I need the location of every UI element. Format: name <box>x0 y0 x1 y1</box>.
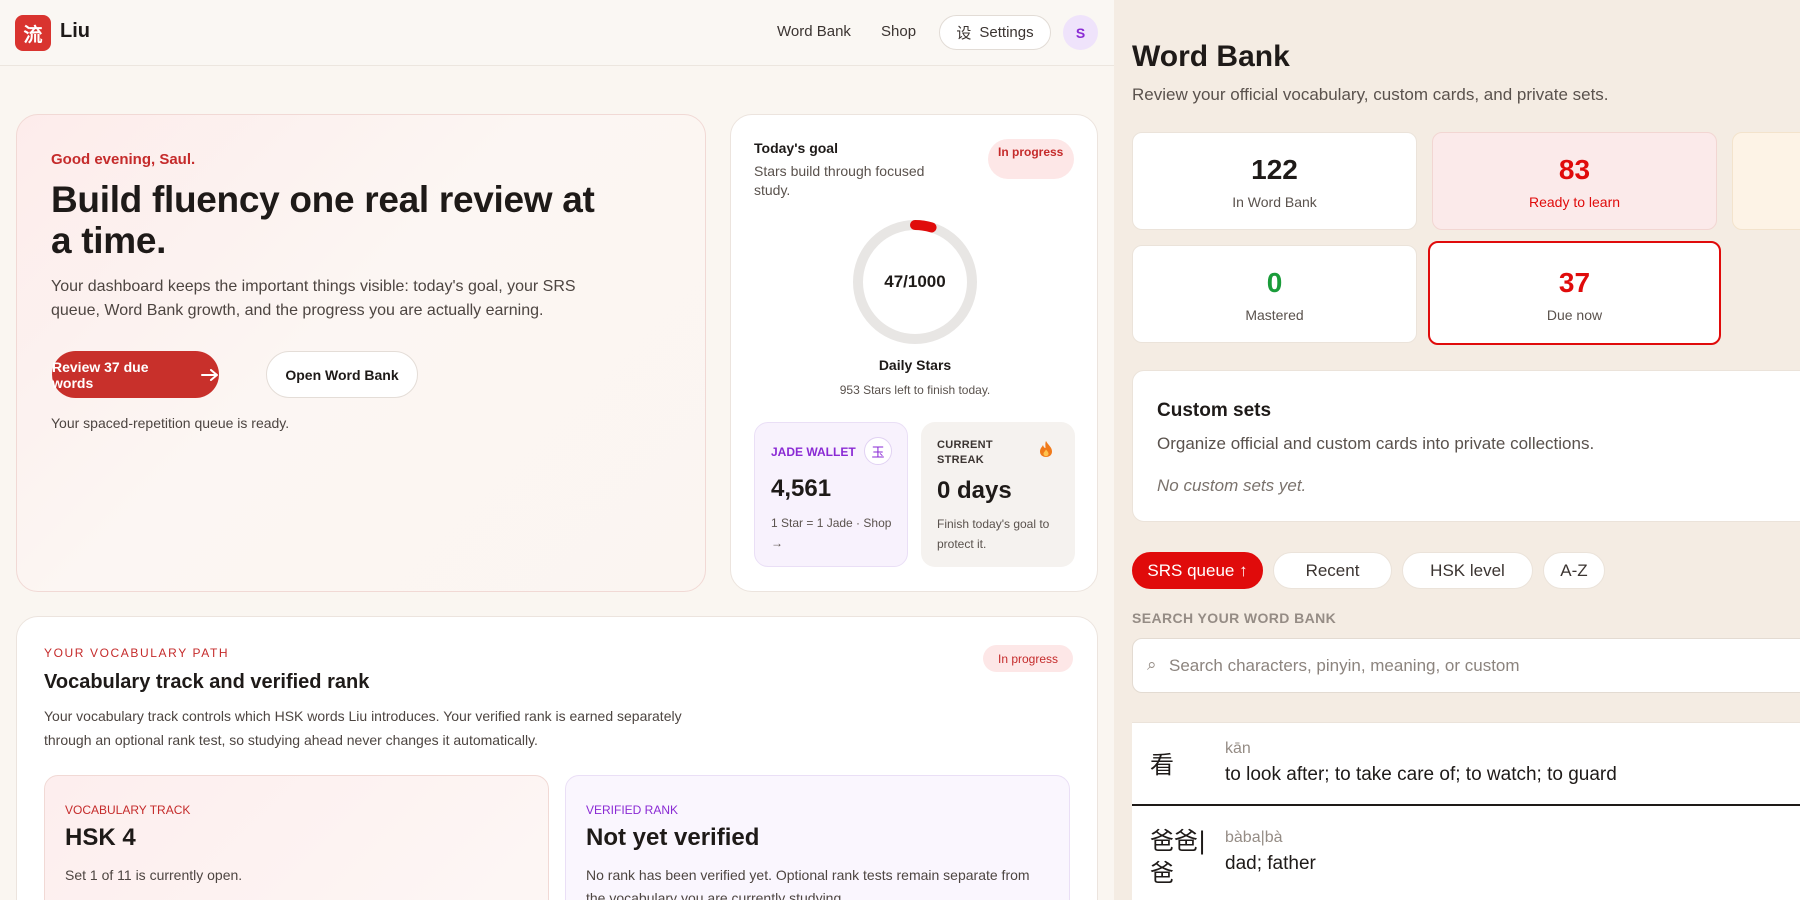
word-hanzi: 爸爸|爸 <box>1150 827 1207 887</box>
vocab-path-title: Vocabulary track and verified rank <box>44 671 370 693</box>
search-label: SEARCH YOUR WORD BANK <box>1132 610 1337 626</box>
daily-stars-label: Daily Stars <box>878 357 952 373</box>
streak-card: CURRENT STREAK 0 days Finish today's goa… <box>921 422 1075 567</box>
sort-hsk-level[interactable]: HSK level <box>1402 552 1533 589</box>
stat-ready-to-learn[interactable]: 83 Ready to learn <box>1432 132 1717 230</box>
hero-description: Your dashboard keeps the important thing… <box>51 278 576 319</box>
vocabulary-path-card: YOUR VOCABULARY PATH Vocabulary track an… <box>16 616 1098 900</box>
hero-title: Build fluency one real review at a time. <box>51 179 595 261</box>
word-hanzi: 看 <box>1150 751 1174 779</box>
nav-word-bank[interactable]: Word Bank <box>777 23 851 40</box>
custom-sets-description: Organize official and custom cards into … <box>1157 434 1595 453</box>
top-navigation: 流 Liu Word Bank Shop 设 Settings S <box>0 0 1114 66</box>
arrow-right-icon <box>201 368 219 381</box>
stat-label: In Word Bank <box>1232 194 1317 210</box>
hero-card: Good evening, Saul. Build fluency one re… <box>16 114 706 592</box>
stat-label: Ready to learn <box>1528 194 1621 210</box>
rank-note: No rank has been verified yet. Optional … <box>586 867 1030 900</box>
track-note: Set 1 of 11 is currently open. <box>65 867 243 883</box>
stat-value: 83 <box>1558 154 1591 185</box>
track-level: HSK 4 <box>65 824 136 851</box>
logo-icon[interactable]: 流 <box>15 15 51 51</box>
custom-sets-title: Custom sets <box>1157 400 1272 421</box>
word-list: 看 kān to look after; to take care of; to… <box>1132 722 1800 900</box>
streak-value: 0 days <box>937 477 1012 504</box>
settings-label: Settings <box>979 24 1034 41</box>
word-bank-title: Word Bank <box>1132 40 1290 73</box>
verified-rank-card[interactable]: VERIFIED RANK Not yet verified No rank h… <box>565 775 1070 900</box>
vocab-path-description: Your vocabulary track controls which HSK… <box>44 708 682 748</box>
stat-in-word-bank[interactable]: 122 In Word Bank <box>1132 132 1417 230</box>
stat-value: 122 <box>1251 154 1298 185</box>
stat-label: Due now <box>1546 307 1603 323</box>
vocab-path-eyebrow: YOUR VOCABULARY PATH <box>44 646 230 660</box>
vocabulary-track-card[interactable]: VOCABULARY TRACK HSK 4 Set 1 of 11 is cu… <box>44 775 549 900</box>
stars-remaining: 953 Stars left to finish today. <box>839 383 991 397</box>
goal-title: Today's goal <box>754 140 838 156</box>
list-item[interactable]: 爸爸|爸 bàba|bà dad; father <box>1132 807 1800 900</box>
flame-icon <box>1039 440 1053 462</box>
jade-wallet-label: JADE WALLET <box>771 445 856 459</box>
stat-card-offscreen[interactable] <box>1732 132 1800 230</box>
word-meaning: to look after; to take care of; to watch… <box>1225 764 1617 785</box>
track-eyebrow: VOCABULARY TRACK <box>65 803 191 817</box>
rank-value: Not yet verified <box>586 824 760 851</box>
stat-mastered[interactable]: 0 Mastered <box>1132 245 1417 343</box>
review-due-button[interactable]: Review 37 due words <box>52 351 219 398</box>
vocab-status-badge: In progress <box>983 645 1073 672</box>
streak-note: Finish today's goal to protect it. <box>937 517 1050 551</box>
settings-button[interactable]: 设 Settings <box>939 15 1051 50</box>
sort-recent[interactable]: Recent <box>1273 552 1392 589</box>
avatar[interactable]: S <box>1063 15 1098 50</box>
custom-sets-card: Custom sets Organize official and custom… <box>1132 370 1800 522</box>
dashboard-pane: 流 Liu Word Bank Shop 设 Settings S Good e… <box>0 0 1114 900</box>
stat-label: Mastered <box>1245 307 1304 323</box>
review-due-label: Review 37 due words <box>52 358 149 391</box>
search-icon: ⌕ <box>1147 655 1157 675</box>
daily-goal-card: Today's goal Stars build through focused… <box>730 114 1098 592</box>
search-box[interactable]: ⌕ <box>1132 638 1800 693</box>
stat-due-now[interactable]: 37 Due now <box>1428 241 1721 345</box>
jade-icon: 玉 <box>864 437 892 465</box>
jade-wallet-card[interactable]: JADE WALLET 玉 4,561 1 Star = 1 Jade · Sh… <box>754 422 908 567</box>
open-word-bank-button[interactable]: Open Word Bank <box>266 351 418 398</box>
word-pinyin: bàba|bà <box>1225 829 1283 846</box>
jade-shop-link[interactable]: 1 Star = 1 Jade · Shop → <box>771 513 896 553</box>
word-bank-pane: Word Bank Review your official vocabular… <box>1114 0 1800 900</box>
greeting-text: Good evening, Saul. <box>51 151 196 168</box>
word-bank-subtitle: Review your official vocabulary, custom … <box>1132 85 1609 104</box>
jade-balance: 4,561 <box>771 475 832 502</box>
list-item[interactable]: 看 kān to look after; to take care of; to… <box>1132 723 1800 806</box>
sort-a-z[interactable]: A-Z <box>1543 552 1605 589</box>
goal-subtitle: Stars build through focused study. <box>754 163 925 198</box>
brand-name[interactable]: Liu <box>60 20 90 43</box>
streak-label: CURRENT STREAK <box>937 439 993 466</box>
stat-value: 0 <box>1266 267 1283 298</box>
goal-status-badge: In progress <box>988 139 1074 179</box>
daily-stars-count: 47/1000 <box>884 272 946 291</box>
word-pinyin: kān <box>1225 740 1251 757</box>
queue-status: Your spaced-repetition queue is ready. <box>51 415 290 431</box>
stat-value: 37 <box>1558 267 1591 298</box>
settings-icon: 设 <box>956 24 972 42</box>
nav-shop[interactable]: Shop <box>881 23 916 40</box>
sort-srs-queue[interactable]: SRS queue ↑ <box>1132 552 1263 589</box>
word-meaning: dad; father <box>1225 853 1316 874</box>
custom-sets-empty: No custom sets yet. <box>1157 476 1307 495</box>
rank-eyebrow: VERIFIED RANK <box>586 803 679 817</box>
search-input[interactable] <box>1169 639 1800 692</box>
